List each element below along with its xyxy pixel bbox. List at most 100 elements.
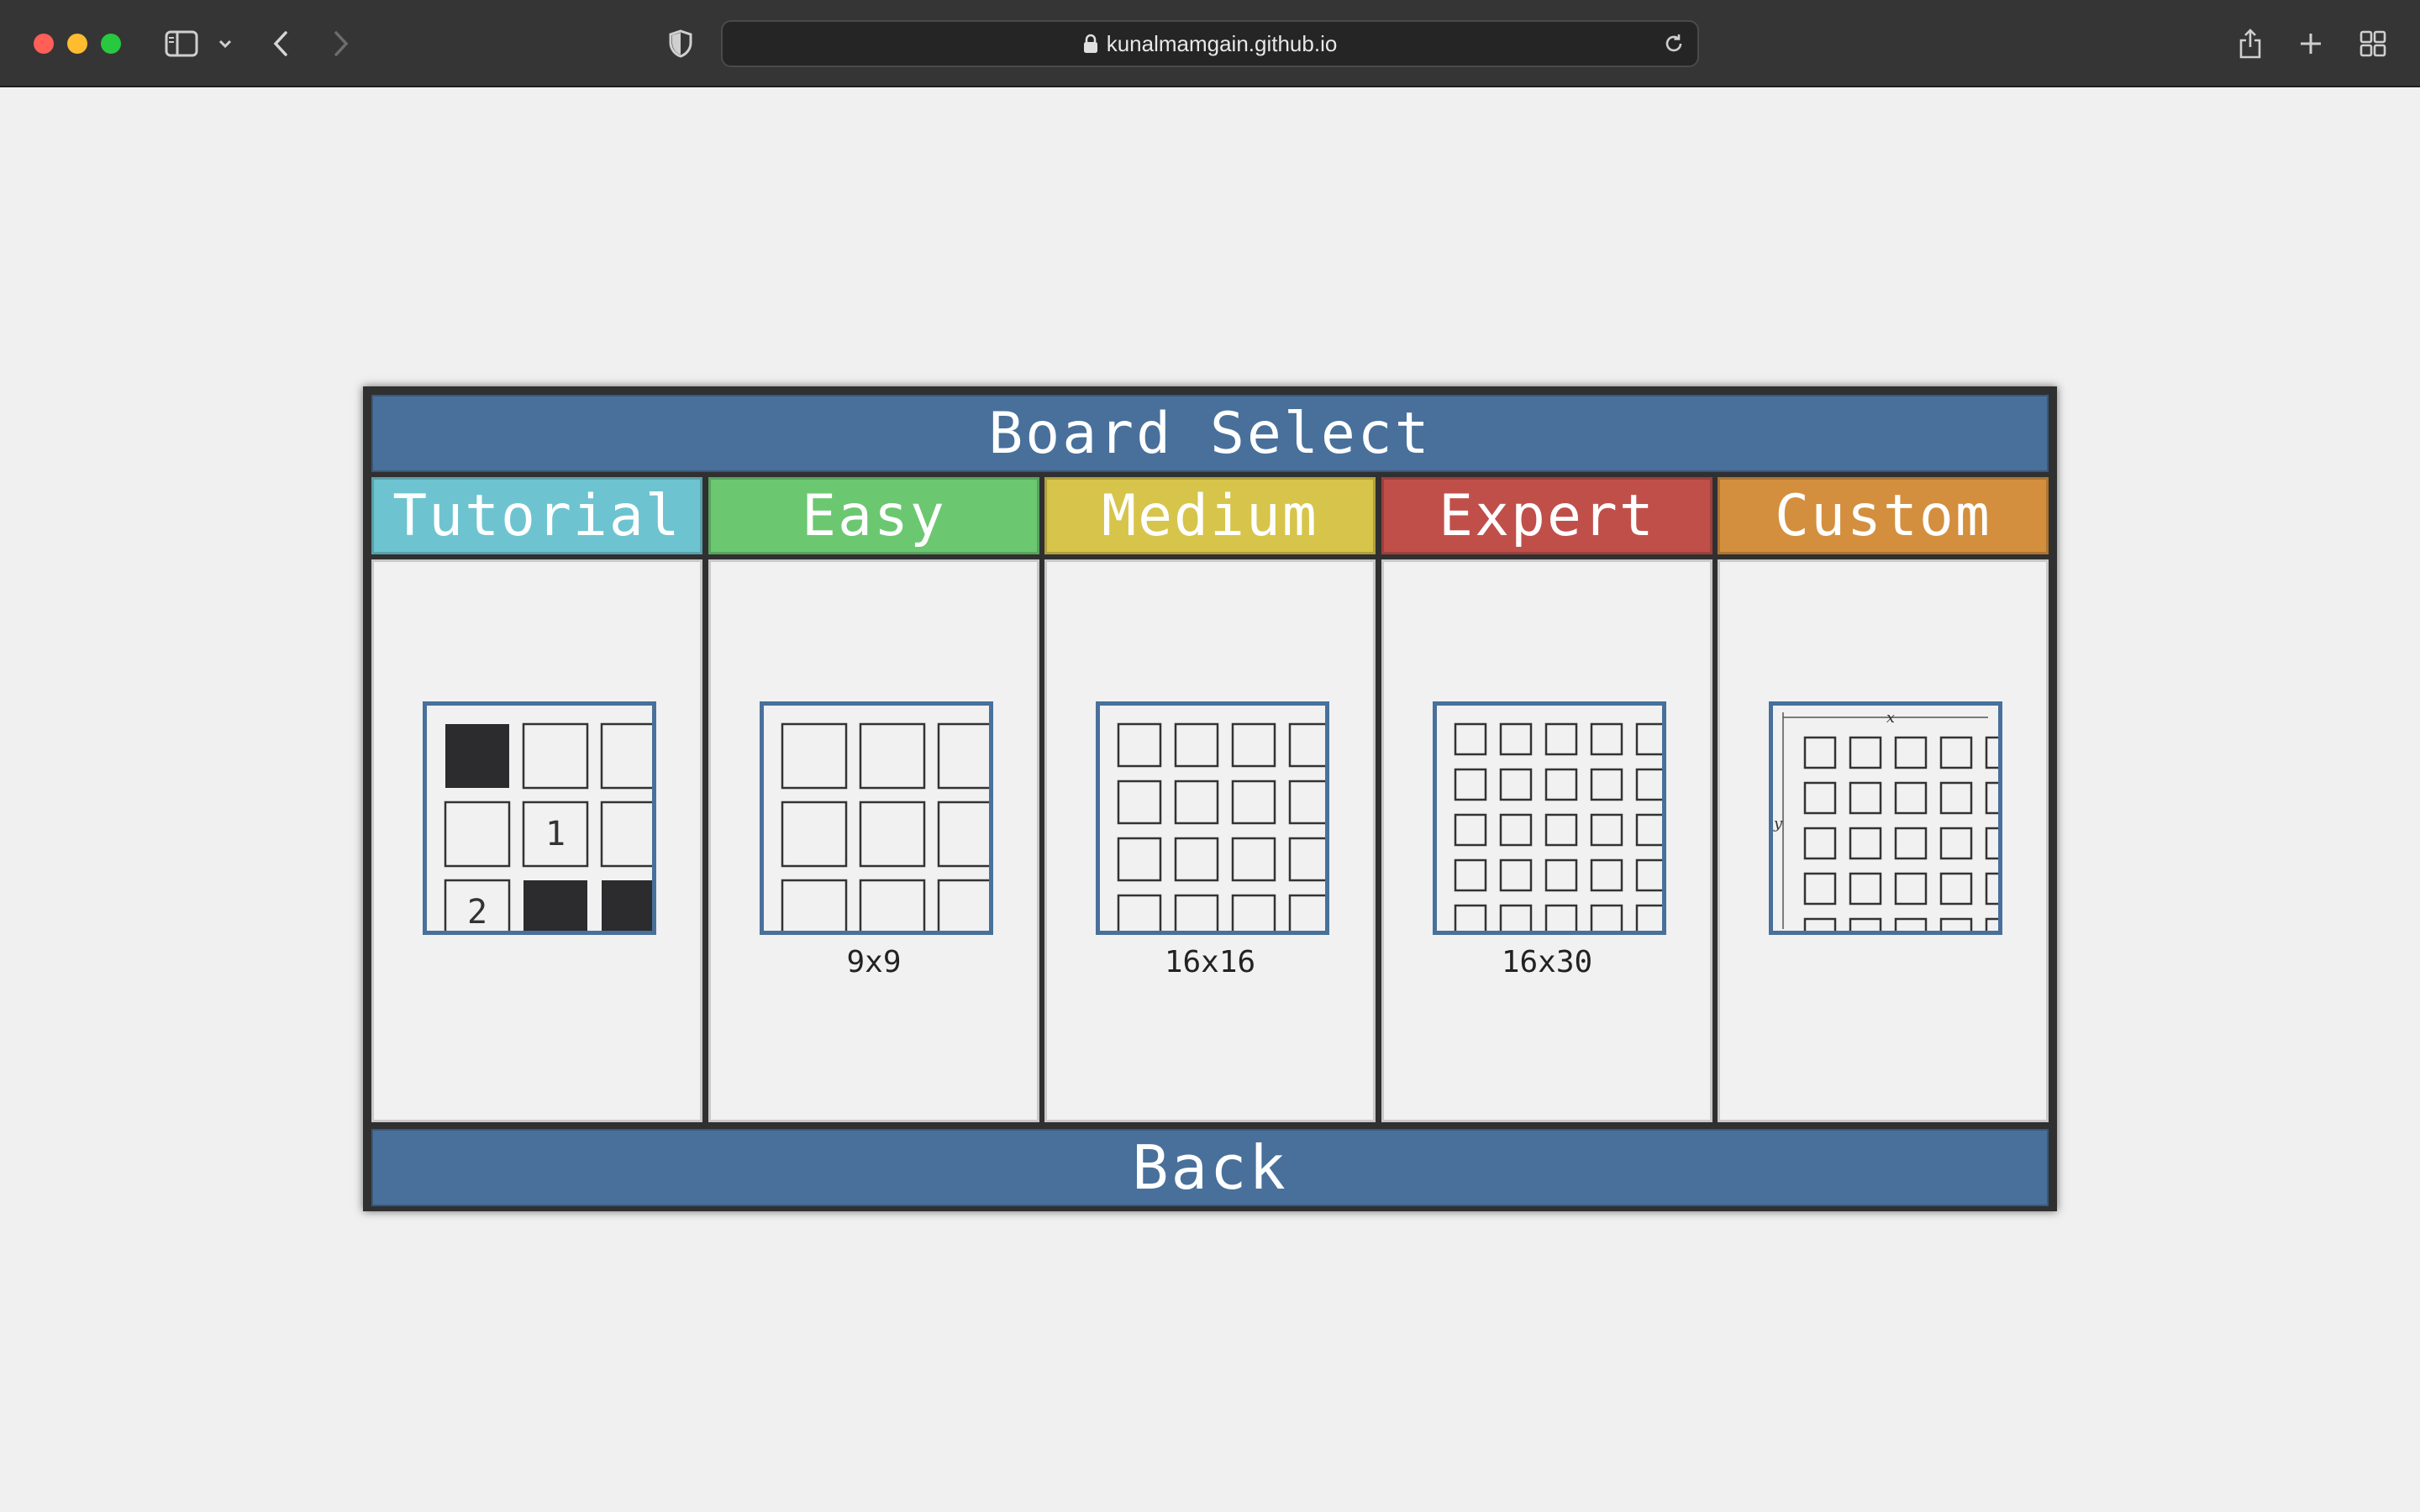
grid-cell [1849,872,1882,906]
tab-medium-label: Medium [1102,482,1318,549]
grid-cell [1499,904,1533,931]
board-size-label: 16x16 [1164,945,1256,979]
expert-card[interactable]: 16x30 [1381,559,1712,1122]
grid-cell [1803,781,1837,815]
grid-cell [1231,722,1276,768]
grid-cell [1544,813,1578,847]
chevron-down-icon[interactable] [215,24,235,64]
grid-cell [1288,894,1325,931]
browser-toolbar: kunalmamgain.github.io [0,0,2420,87]
grid-cell [1454,768,1487,801]
new-tab-icon[interactable] [2296,24,2326,64]
grid-cell [1590,813,1623,847]
fullscreen-window-button[interactable] [101,34,121,54]
grid-cell [1894,736,1928,769]
grid-cell [1454,858,1487,892]
grid-cell [1117,722,1162,768]
grid-cell [1231,837,1276,882]
forward-icon[interactable] [326,24,356,64]
grid-cell [1803,917,1837,931]
tab-medium[interactable]: Medium [1044,477,1376,554]
reload-icon[interactable] [1662,32,1686,55]
close-window-button[interactable] [34,34,54,54]
grid-cell [1803,736,1837,769]
grid-cell [1803,827,1837,860]
cell-number: 2 [467,893,487,931]
easy-card[interactable]: 9x9 [708,559,1039,1122]
custom-board-preview: x y [1769,701,2002,935]
grid-cell [1985,736,1998,769]
tab-tutorial[interactable]: Tutorial [371,477,702,554]
grid-cell [1544,768,1578,801]
grid-cell [1544,904,1578,931]
tutorial-card[interactable]: 1 2 [371,559,702,1122]
mine-cell [602,880,652,931]
mine-cell [445,724,509,788]
grid-cell [1894,917,1928,931]
grid-cell [1635,904,1662,931]
grid-cell [1985,917,1998,931]
grid-cell [1894,781,1928,815]
back-icon[interactable] [266,24,296,64]
grid-cell [1288,780,1325,825]
grid-cell [1635,768,1662,801]
grid-cell [1174,837,1219,882]
tab-easy[interactable]: Easy [708,477,1039,554]
grid-cell [1117,780,1162,825]
board-size-label: 16x30 [1501,945,1593,979]
grid-cell [1849,736,1882,769]
custom-card[interactable]: x y [1718,559,2049,1122]
grid-cell [1454,904,1487,931]
medium-card[interactable]: 16x16 [1044,559,1376,1122]
grid-cell [1849,827,1882,860]
grid-cell [1288,837,1325,882]
grid-cell [1985,781,1998,815]
grid-cell [1174,722,1219,768]
privacy-shield-icon[interactable] [664,24,697,64]
back-button[interactable]: Back [371,1129,2049,1206]
tab-overview-icon[interactable] [2358,24,2388,64]
grid-cell [1544,722,1578,756]
grid-cell [1454,722,1487,756]
grid-cell [1231,780,1276,825]
grid-cell [1635,858,1662,892]
tab-custom[interactable]: Custom [1718,477,2049,554]
page-title: Board Select [988,400,1432,467]
grid-cell [1499,768,1533,801]
sidebar-icon[interactable] [161,24,202,64]
grid-cell [1288,722,1325,768]
lock-icon [1083,34,1097,53]
medium-board-preview [1096,701,1329,935]
grid-cell [1985,872,1998,906]
expert-board-preview [1433,701,1666,935]
grid-cell [1499,858,1533,892]
grid-cell [1894,872,1928,906]
tutorial-board-preview: 1 2 [423,701,656,935]
tab-expert[interactable]: Expert [1381,477,1712,554]
easy-board-preview [760,701,993,935]
grid-cell [1117,894,1162,931]
back-button-label: Back [1132,1132,1288,1203]
tab-expert-label: Expert [1439,482,1655,549]
grid-cell [1939,736,1973,769]
grid-cell [1174,780,1219,825]
address-bar[interactable]: kunalmamgain.github.io [721,20,1699,67]
grid-cell [1939,781,1973,815]
grid-cell [1939,872,1973,906]
grid-cell [1590,768,1623,801]
tab-tutorial-label: Tutorial [392,482,681,549]
grid-cell [1544,858,1578,892]
grid-cell [1499,722,1533,756]
minimize-window-button[interactable] [67,34,87,54]
share-icon[interactable] [2235,24,2265,64]
grid-cell [1894,827,1928,860]
cell-number: 1 [545,815,566,853]
url-text: kunalmamgain.github.io [1106,30,1338,56]
tab-easy-label: Easy [802,482,946,549]
grid-cell [1590,904,1623,931]
grid-cell [1939,917,1973,931]
board-select-panel: Board Select Tutorial Easy Medium Expert… [363,386,2057,1211]
grid-cell [1803,872,1837,906]
grid-cell [1231,894,1276,931]
grid-cell [1849,781,1882,815]
